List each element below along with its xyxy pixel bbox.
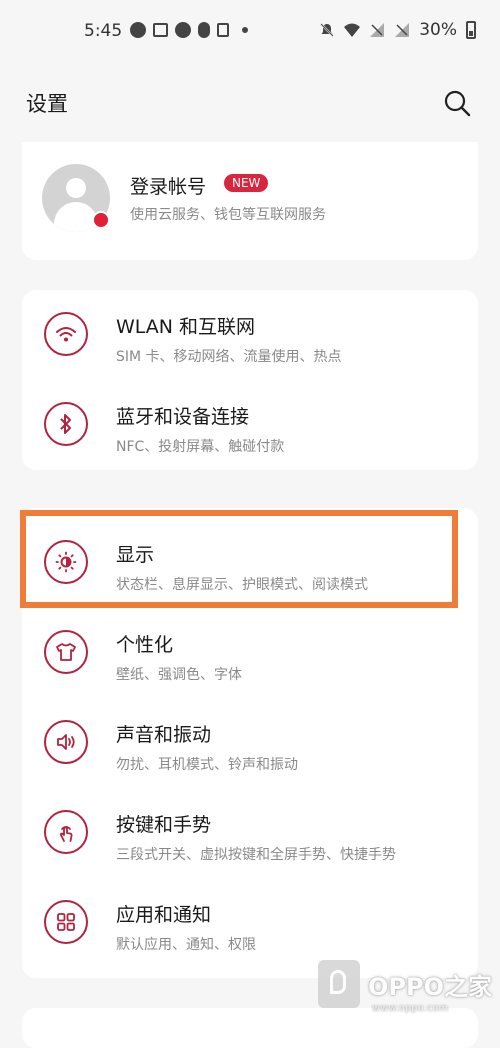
notification-icon <box>175 22 191 38</box>
account-subtitle: 使用云服务、钱包等互联网服务 <box>130 207 326 223</box>
item-subtitle: SIM 卡、移动网络、流量使用、热点 <box>116 349 342 365</box>
item-title: 声音和振动 <box>116 724 212 746</box>
signal-off-icon <box>395 23 410 37</box>
apps-grid-icon <box>44 900 88 944</box>
wifi-icon <box>344 23 361 37</box>
page-title: 设置 <box>26 92 68 116</box>
notification-dot <box>92 211 110 229</box>
item-subtitle: 壁纸、强调色、字体 <box>116 667 242 683</box>
battery-percentage: 30% <box>419 20 457 40</box>
bluetooth-icon <box>44 402 88 446</box>
battery-icon <box>466 21 476 39</box>
item-title: 应用和通知 <box>116 904 212 926</box>
item-title: 个性化 <box>116 634 174 656</box>
watermark: OPPO之家 <box>318 960 492 1008</box>
watermark-logo-icon <box>318 960 360 1008</box>
item-title: 蓝牙和设备连接 <box>116 406 250 428</box>
new-badge: NEW <box>224 174 269 192</box>
shield-icon <box>198 22 210 38</box>
item-title: WLAN 和互联网 <box>116 316 256 338</box>
account-title: 登录帐号 <box>130 176 207 198</box>
image-icon <box>153 23 168 37</box>
search-icon[interactable] <box>442 88 472 118</box>
signal-off-icon <box>370 23 385 37</box>
copy-icon <box>217 23 229 37</box>
settings-item-wlan[interactable]: WLAN 和互联网 SIM 卡、移动网络、流量使用、热点 <box>22 290 478 380</box>
speaker-icon <box>44 720 88 764</box>
settings-item-buttons-gestures[interactable]: 按键和手势 三段式开关、虚拟按键和全屏手势、快捷手势 <box>22 788 478 878</box>
status-time: 5:45 <box>84 21 123 41</box>
wifi-icon <box>44 312 88 356</box>
item-title: 按键和手势 <box>116 814 212 836</box>
settings-item-sound[interactable]: 声音和振动 勿扰、耳机模式、铃声和振动 <box>22 698 478 788</box>
notification-icon <box>130 22 146 38</box>
gesture-icon <box>44 810 88 854</box>
status-notification-icons <box>130 22 254 38</box>
item-subtitle: 勿扰、耳机模式、铃声和振动 <box>116 757 298 773</box>
settings-item-personalization[interactable]: 个性化 壁纸、强调色、字体 <box>22 608 478 698</box>
watermark-text: OPPO之家 <box>368 972 492 1001</box>
next-settings-card <box>22 1008 478 1048</box>
item-subtitle: 三段式开关、虚拟按键和全屏手势、快捷手势 <box>116 847 396 863</box>
status-bar: 5:45 30% <box>0 0 500 64</box>
account-card[interactable]: 登录帐号 NEW 使用云服务、钱包等互联网服务 <box>22 142 478 260</box>
watermark-url: www.oppo.com <box>372 1003 449 1014</box>
item-subtitle: 默认应用、通知、权限 <box>116 937 256 953</box>
app-header: 设置 <box>0 64 500 142</box>
avatar-head-shape <box>66 178 86 198</box>
dot-icon <box>242 27 248 33</box>
network-settings-card: WLAN 和互联网 SIM 卡、移动网络、流量使用、热点 蓝牙和设备连接 NFC… <box>22 290 478 470</box>
status-system-icons: 30% <box>319 20 476 40</box>
settings-item-apps-notifications[interactable]: 应用和通知 默认应用、通知、权限 <box>22 878 478 968</box>
mute-icon <box>320 23 334 37</box>
tshirt-icon <box>44 630 88 674</box>
highlight-box <box>20 510 458 608</box>
item-subtitle: NFC、投射屏幕、触碰付款 <box>116 439 285 455</box>
settings-item-bluetooth[interactable]: 蓝牙和设备连接 NFC、投射屏幕、触碰付款 <box>22 380 478 470</box>
